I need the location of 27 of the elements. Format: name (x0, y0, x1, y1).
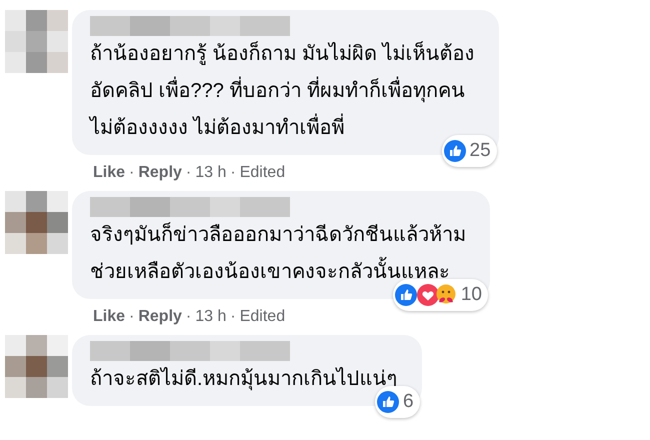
reaction-count: 25 (470, 138, 491, 162)
reaction-count: 10 (460, 282, 482, 306)
meta-text: Edited (240, 307, 286, 327)
thumbs-up-icon (394, 284, 417, 306)
separator-dot: · (186, 307, 192, 327)
reaction-badge[interactable]: 10 (392, 278, 488, 311)
reply-link[interactable]: Reply (138, 163, 182, 183)
like-link[interactable]: Like (93, 163, 126, 183)
separator-dot: · (186, 163, 192, 183)
like-link[interactable]: Like (93, 307, 126, 327)
meta-text: Edited (240, 163, 286, 183)
separator-dot: · (129, 163, 134, 183)
separator-dot: · (129, 307, 134, 327)
reaction-badge[interactable]: 25 (442, 134, 497, 167)
reaction-count: 6 (402, 390, 414, 414)
comment-text: อัดคลิป เพื่อ??? ที่บอกว่า ที่ผมทำก็เพื่อทุกคน (90, 73, 475, 110)
meta-text: 13 h (195, 163, 226, 183)
separator-dot: · (230, 163, 236, 183)
comment-text: ถ้าน้องอยากรู้ น้องก็ถาม มันไม่ผิด ไม่เห็นต้อง (90, 40, 475, 67)
hugging-face-icon (434, 284, 457, 306)
reply-link[interactable]: Reply (138, 307, 182, 327)
thumbs-up-icon (444, 140, 466, 162)
comment-text: จริงๆมันก็ข่าวลือออกมาว่าฉีดวักชีนแล้วห้าม (90, 221, 466, 248)
meta-text: 13 h (195, 307, 226, 327)
reaction-badge[interactable]: 6 (374, 386, 420, 418)
thumbs-up-icon (376, 390, 399, 413)
separator-dot: · (230, 307, 236, 327)
